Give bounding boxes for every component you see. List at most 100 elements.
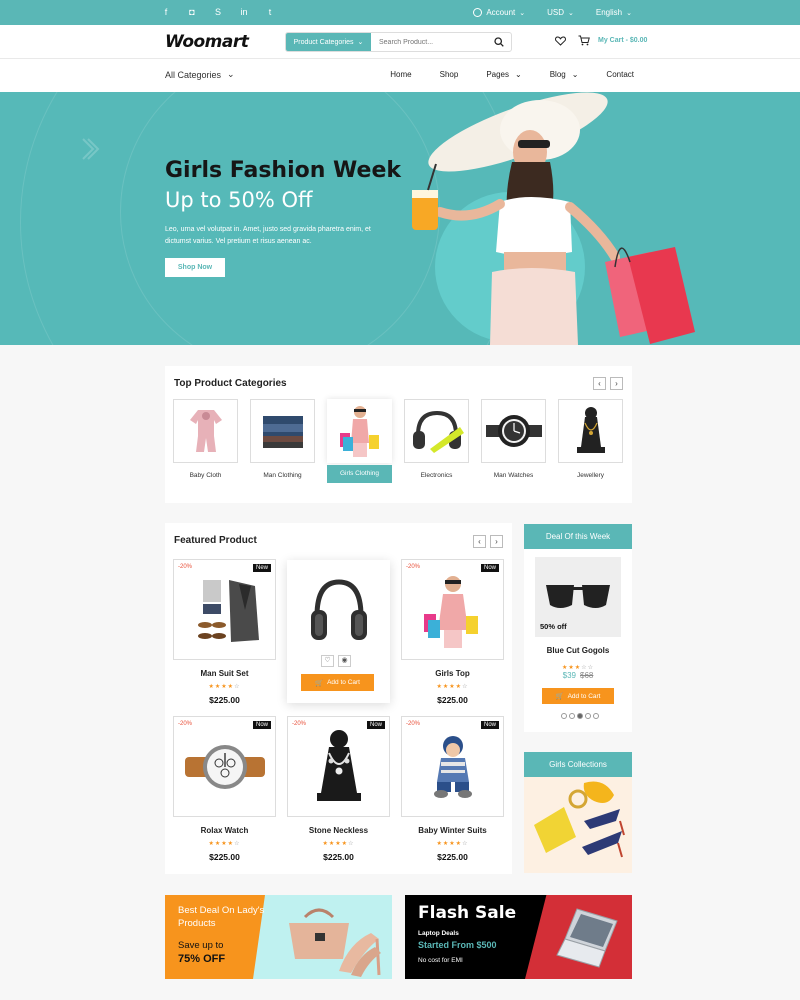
- product-card-rolax-watch[interactable]: -20% Now Rolax Watch ★★★★☆ $225.00: [173, 716, 276, 862]
- rolax-watch-image: [184, 744, 265, 789]
- man-clothing-image: [262, 416, 303, 448]
- deal-product-name[interactable]: Blue Cut Gogols: [524, 646, 632, 655]
- category-electronics[interactable]: Electronics: [404, 399, 469, 483]
- product-name[interactable]: Girls Top: [401, 669, 504, 678]
- carousel-dot-active[interactable]: [577, 713, 583, 719]
- prev-arrow-icon[interactable]: ‹: [473, 535, 486, 548]
- product-card-man-suit-set[interactable]: -20% New Man Suit Set ★★★★☆ $225.00: [173, 559, 276, 705]
- nav-label: Contact: [606, 70, 634, 79]
- product-rating: ★★★★☆: [208, 841, 241, 847]
- product-rating: ★★★★☆: [436, 841, 469, 847]
- carousel-dot[interactable]: [593, 713, 599, 719]
- next-arrow-icon[interactable]: ›: [490, 535, 503, 548]
- categories-arrows: ‹ ›: [593, 377, 623, 390]
- facebook-icon[interactable]: f: [160, 6, 172, 18]
- deal-product-image[interactable]: 50% off: [535, 557, 621, 637]
- nav-item-home[interactable]: Home: [390, 70, 411, 79]
- category-image: [404, 399, 469, 463]
- stone-neckless-image: [316, 729, 361, 801]
- product-categories-button[interactable]: Product Categories ⌄: [286, 33, 371, 51]
- category-baby-cloth[interactable]: Baby Cloth: [173, 399, 238, 483]
- product-price: $225.00: [437, 695, 468, 705]
- chevron-down-icon: ⌄: [519, 9, 526, 17]
- carousel-dot[interactable]: [561, 713, 567, 719]
- category-image: [481, 399, 546, 463]
- language-select[interactable]: English ⌄: [596, 8, 632, 17]
- product-name[interactable]: Stone Neckless: [287, 826, 390, 835]
- product-image: -20% New: [173, 559, 276, 660]
- nav-item-blog[interactable]: Blog ⌄: [550, 70, 579, 79]
- girls-collections-widget[interactable]: Girls Collections: [524, 752, 632, 873]
- product-card-girls-top[interactable]: -20% Now Girls Top ★★★★☆ $225.00: [401, 559, 504, 705]
- nav-menu: Home Shop Pages ⌄ Blog ⌄ Contact: [390, 70, 634, 79]
- account-menu[interactable]: Account ⌄: [473, 8, 525, 17]
- user-icon: [473, 8, 483, 17]
- product-name[interactable]: Rolax Watch: [173, 826, 276, 835]
- currency-select[interactable]: USD ⌄: [547, 8, 574, 17]
- nav-item-shop[interactable]: Shop: [440, 70, 459, 79]
- banner-discount: 75% OFF: [178, 953, 226, 965]
- laptop-image: [556, 908, 618, 968]
- ladys-products-banner[interactable]: Best Deal On Lady's Products Save up to …: [165, 895, 392, 979]
- flash-sale-banner[interactable]: Flash Sale Laptop Deals Started From $50…: [405, 895, 632, 979]
- product-categories-label: Product Categories: [293, 38, 354, 46]
- category-label: Electronics: [420, 472, 453, 479]
- product-card-headphones[interactable]: ♡ ◉ 🛒 Add to Cart: [287, 560, 390, 703]
- category-label: Man Watches: [493, 472, 534, 479]
- girls-collections-image: [524, 777, 632, 873]
- category-man-watches[interactable]: Man Watches: [481, 399, 546, 483]
- prev-arrow-icon[interactable]: ‹: [593, 377, 606, 390]
- wishlist-heart-icon[interactable]: ♡: [321, 655, 334, 667]
- heart-icon[interactable]: [555, 35, 566, 46]
- banner-save-label: Save up to: [178, 940, 224, 951]
- flash-sale-price: Started From $500: [418, 940, 497, 950]
- nav-item-contact[interactable]: Contact: [606, 70, 634, 79]
- deal-of-week-widget: Deal Of this Week 50% off Blue Cut Gogol…: [524, 524, 632, 732]
- hero-banner: Girls Fashion Week Up to 50% Off Leo, ur…: [0, 92, 800, 345]
- all-categories-dropdown[interactable]: All Categories ⌄: [165, 69, 235, 80]
- carousel-dot[interactable]: [585, 713, 591, 719]
- category-label: Man Clothing: [263, 472, 302, 479]
- search-icon: [494, 37, 504, 47]
- category-label: Jewellery: [576, 472, 605, 479]
- category-girls-clothing[interactable]: Girls Clothing: [327, 399, 392, 483]
- category-image: [558, 399, 623, 463]
- logo[interactable]: Woomart: [165, 32, 249, 52]
- chevron-down-icon: ⌄: [571, 70, 579, 79]
- carousel-dot[interactable]: [569, 713, 575, 719]
- chevron-down-icon: ⌄: [626, 9, 632, 17]
- product-card-stone-neckless[interactable]: -20% Now Stone Neckless ★★★★☆ $225.00: [287, 716, 390, 862]
- shop-now-button[interactable]: Shop Now: [165, 258, 225, 277]
- twitter-icon[interactable]: t: [264, 6, 276, 18]
- deal-add-to-cart-button[interactable]: 🛒 Add to Cart: [542, 688, 614, 704]
- add-to-cart-button[interactable]: 🛒 Add to Cart: [301, 674, 374, 691]
- cart-icon[interactable]: [578, 35, 590, 46]
- product-name[interactable]: Baby Winter Suits: [401, 826, 504, 835]
- product-price: $225.00: [209, 695, 240, 705]
- sunglasses-image: [546, 585, 610, 608]
- girls-collections-title: Girls Collections: [524, 752, 632, 777]
- search-bar: Product Categories ⌄: [285, 32, 512, 52]
- hero-model-image: [412, 92, 695, 345]
- top-categories-section: Top Product Categories ‹ › Baby Cloth Ma…: [165, 366, 632, 503]
- top-bar: f ◘ S in t Account ⌄ USD ⌄ English ⌄: [0, 0, 800, 25]
- nav-item-pages[interactable]: Pages ⌄: [486, 70, 521, 79]
- linkedin-icon[interactable]: in: [238, 6, 250, 18]
- cart-total[interactable]: My Cart - $0.00: [598, 37, 647, 44]
- featured-arrows: ‹ ›: [473, 535, 503, 548]
- next-arrow-icon[interactable]: ›: [610, 377, 623, 390]
- search-input[interactable]: [371, 33, 487, 51]
- chevron-down-icon: ⌄: [227, 69, 235, 79]
- product-price: $225.00: [209, 852, 240, 862]
- product-name[interactable]: Man Suit Set: [173, 669, 276, 678]
- skype-icon[interactable]: S: [212, 6, 224, 18]
- search-button[interactable]: [487, 33, 511, 51]
- quick-view-eye-icon[interactable]: ◉: [338, 655, 351, 667]
- instagram-icon[interactable]: ◘: [186, 6, 198, 18]
- baby-winter-suit-image: [433, 735, 472, 798]
- discount-badge: -20%: [406, 721, 421, 727]
- nav-label: Home: [390, 70, 412, 79]
- category-jewellery[interactable]: Jewellery: [558, 399, 623, 483]
- product-card-baby-winter-suits[interactable]: -20% Now Baby Winter Suits ★★★★☆ $225.00: [401, 716, 504, 862]
- category-man-clothing[interactable]: Man Clothing: [250, 399, 315, 483]
